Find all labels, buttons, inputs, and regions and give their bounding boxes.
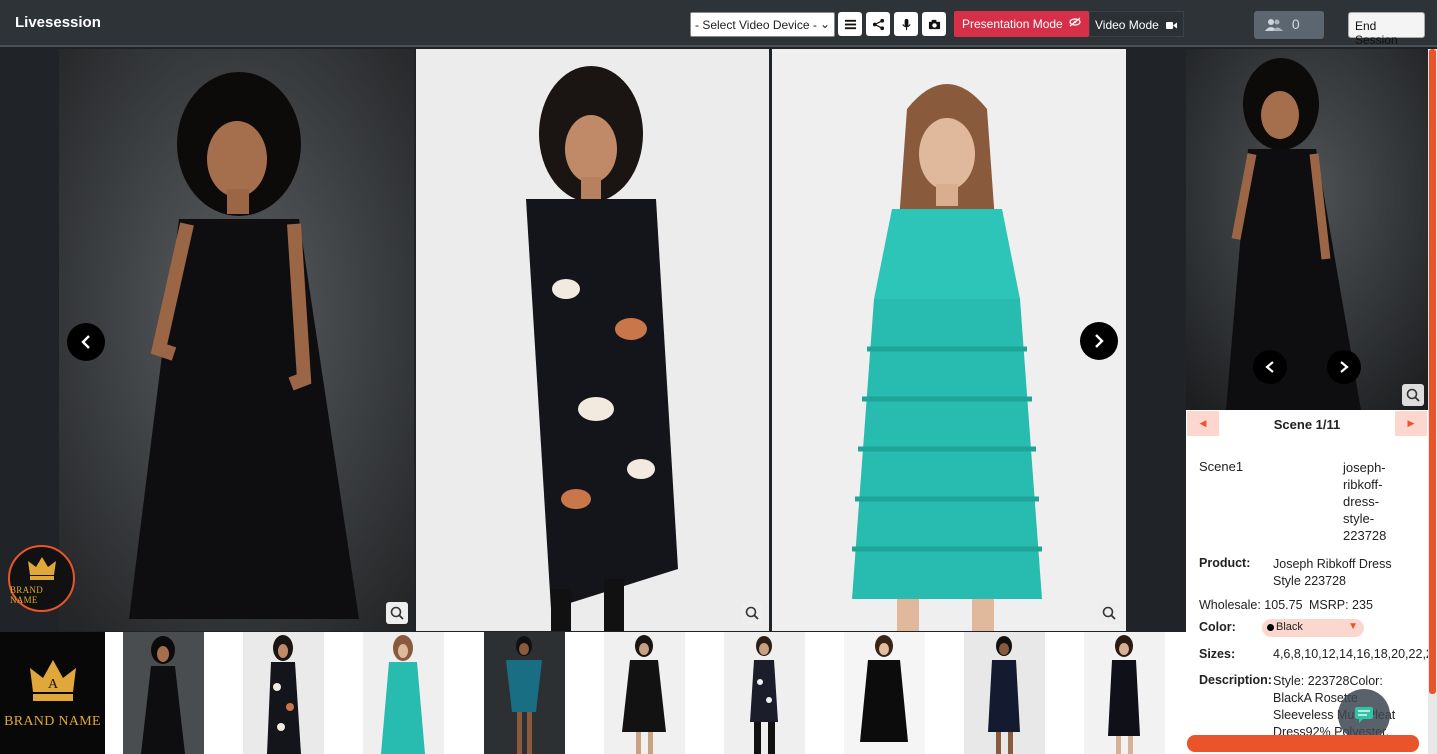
thumbnail-4[interactable] [484,632,565,754]
zoom-icon[interactable] [741,602,763,624]
print-dress-model-image [416,49,769,631]
color-select-value: Black [1276,621,1303,633]
people-icon [1264,18,1284,32]
color-label: Color: [1199,620,1236,634]
thumbnail-strip: A BRAND NAME [0,632,1186,754]
product-value: Joseph Ribkoff Dress Style 223728 [1273,556,1392,590]
presentation-stage: BRAND NAME [0,49,1186,632]
chevron-right-icon [1340,361,1349,373]
thumbnail-1[interactable] [123,632,204,754]
scene-slug: joseph- ribkoff- dress- style- 223728 [1343,459,1386,544]
chevron-down-icon: ⌄ [819,17,830,31]
zoom-icon[interactable] [1098,602,1120,624]
participants-badge[interactable]: 0 [1254,11,1324,39]
zoom-icon[interactable] [1402,384,1424,406]
turquoise-dress-model-image [772,49,1126,631]
black-dress-model-image [59,49,414,631]
scene-slug-line: 223728 [1343,528,1387,543]
brand-name-text: BRAND NAME [4,714,101,729]
video-mode-button[interactable]: Video Mode [1089,11,1184,37]
microphone-icon [901,18,911,30]
video-device-select[interactable]: - Select Video Device - ⌄ [690,12,835,37]
camera-icon [928,19,940,29]
participant-count: 0 [1291,16,1300,32]
scene-navigator: ◀ Scene 1/11 ▶ [1186,411,1428,437]
chevron-right-icon [1095,334,1104,348]
chat-icon [1355,707,1373,723]
next-scene-button[interactable]: ▶ [1395,411,1427,436]
svg-text:A: A [47,677,58,692]
presentation-mode-label: Presentation Mode [962,17,1063,31]
color-select[interactable]: Black ▼ [1262,619,1364,637]
sidebar-product-image[interactable] [1186,49,1428,410]
thumbnail-2[interactable] [243,632,324,754]
sidebar-next-image-button[interactable] [1327,350,1361,384]
brand-name-text: BRAND NAME [10,584,44,605]
product-label: Product: [1199,556,1251,570]
thumbnail-3[interactable] [363,632,444,754]
scene-counter: Scene 1/11 [1273,417,1341,432]
thumbnail-6[interactable] [724,632,805,754]
product-details-sidebar: ◀ Scene 1/11 ▶ Scene1 joseph- ribkoff- d… [1186,49,1437,754]
thumbnail-9[interactable] [1084,632,1165,754]
chat-button[interactable] [1338,689,1390,741]
product-value-line: Joseph Ribkoff Dress [1273,557,1392,571]
eye-slash-icon [1069,17,1081,30]
product-image-3[interactable] [772,49,1126,631]
scene-name: Scene1 [1199,459,1244,474]
product-image-1[interactable] [59,49,414,631]
black-dress-model-image [1186,49,1428,410]
share-icon [872,18,884,30]
chevron-down-icon: ▼ [1348,621,1358,632]
scene-slug-line: style- [1343,511,1375,526]
sidebar-scrollbar[interactable] [1428,49,1437,754]
add-to-order-bar[interactable] [1187,735,1419,752]
menu-icon [844,19,856,29]
scene-slug-line: joseph- [1343,460,1386,475]
scene-slug-line: ribkoff- [1343,477,1383,492]
product-value-line: Style 223728 [1273,574,1346,588]
brand-logo-badge: BRAND NAME [8,545,75,612]
sizes-value: 4,6,8,10,12,14,16,18,20,22,2 [1273,647,1428,661]
share-button[interactable] [866,12,890,36]
product-image-2[interactable] [416,49,769,631]
scrollbar-thumb[interactable] [1429,49,1436,694]
thumbnail-5[interactable] [604,632,685,754]
chevron-left-icon [81,335,90,349]
brand-logo-tile: A BRAND NAME [0,632,105,754]
presentation-mode-button[interactable]: Presentation Mode [954,11,1089,37]
crown-logo-icon: A [29,660,76,701]
sizes-label: Sizes: [1199,647,1236,661]
zoom-icon[interactable] [386,602,408,624]
wholesale-price: Wholesale: 105.75 [1199,598,1303,612]
end-session-button[interactable]: End Session [1348,12,1425,47]
top-bar: Livesession - Select Video Device - ⌄ Pr… [0,0,1437,47]
chevron-left-icon [1265,361,1274,373]
video-device-select-value: - Select Video Device - [695,18,817,32]
microphone-button[interactable] [894,12,918,36]
app-title: Livesession [15,14,101,31]
video-mode-label: Video Mode [1095,18,1159,32]
caret-right-icon: ▶ [1407,418,1415,428]
description-line: Style: 223728Color: [1273,674,1383,688]
description-label: Description: [1199,673,1272,687]
color-swatch [1267,624,1274,631]
next-arrow-button[interactable] [1080,322,1118,360]
video-camera-icon [1166,19,1177,33]
snapshot-button[interactable] [922,12,946,36]
crown-logo-icon [27,556,56,580]
sidebar-previous-image-button[interactable] [1253,350,1287,384]
scene-slug-line: dress- [1343,494,1380,509]
thumbnail-8[interactable] [964,632,1045,754]
menu-button[interactable] [838,12,862,36]
thumbnail-7[interactable] [844,632,925,754]
previous-arrow-button[interactable] [67,323,105,361]
msrp-price: MSRP: 235 [1309,598,1373,612]
